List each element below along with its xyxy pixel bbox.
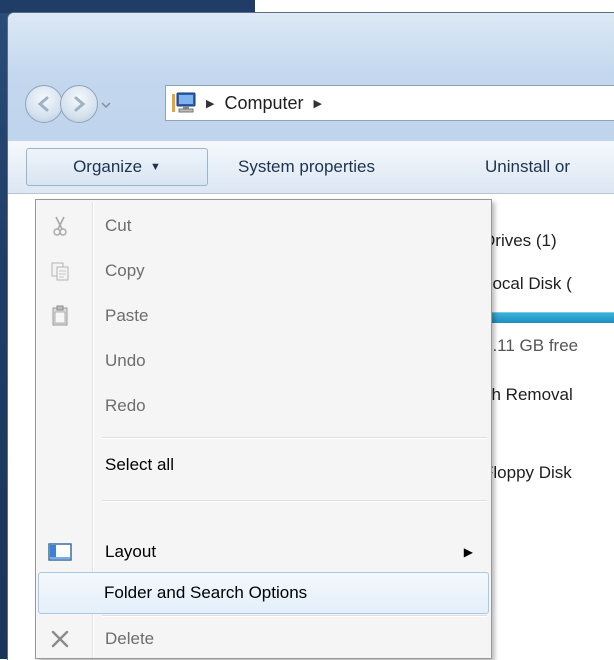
organize-label: Organize xyxy=(73,157,143,176)
menu-item-label: Folder and Search Options xyxy=(104,583,308,602)
menu-item-layout[interactable]: Layout ▶ xyxy=(38,533,489,571)
menu-separator xyxy=(102,615,487,617)
breadcrumb-computer[interactable]: Computer xyxy=(224,93,303,114)
copy-icon xyxy=(46,257,74,285)
breadcrumb-separator[interactable]: ▶ xyxy=(206,97,214,110)
menu-item-label: Undo xyxy=(105,351,146,370)
breadcrumb-separator-end[interactable]: ▶ xyxy=(314,97,322,110)
drives-group-header[interactable]: Drives (1) xyxy=(483,231,557,251)
menu-item-folder-and-search-options[interactable]: Folder and Search Options xyxy=(38,572,489,614)
menu-item-label: Copy xyxy=(105,261,145,280)
menu-item-copy[interactable]: Copy xyxy=(38,252,489,290)
removable-storage-header[interactable]: ith Removal xyxy=(483,385,573,405)
menu-item-delete[interactable]: Delete xyxy=(38,620,489,658)
local-disk-item[interactable]: Local Disk ( xyxy=(483,274,572,294)
command-bar: Organize ▼ System properties Uninstall o… xyxy=(8,141,614,194)
menu-item-label: Redo xyxy=(105,396,146,415)
back-arrow-icon xyxy=(37,96,49,112)
recent-pages-dropdown-icon[interactable] xyxy=(100,99,112,111)
delete-icon xyxy=(46,625,74,653)
menu-item-label: Select all xyxy=(105,455,174,474)
floppy-disk-item[interactable]: Floppy Disk xyxy=(483,463,572,483)
menu-item-paste[interactable]: Paste xyxy=(38,297,489,335)
organize-menu: Cut Copy Paste Undo Redo Select all Layo… xyxy=(35,199,492,659)
uninstall-button[interactable]: Uninstall or xyxy=(471,148,584,186)
title-bar[interactable] xyxy=(8,13,614,75)
menu-item-label: Cut xyxy=(105,216,132,235)
menu-item-label: Layout xyxy=(105,542,157,561)
menu-item-label: Paste xyxy=(105,306,149,325)
organize-button[interactable]: Organize ▼ xyxy=(26,148,208,186)
chevron-down-icon: ▼ xyxy=(150,161,161,173)
menu-item-undo[interactable]: Undo xyxy=(38,342,489,380)
address-bar[interactable]: ▶ Computer ▶ xyxy=(165,85,614,121)
submenu-arrow-icon: ▶ xyxy=(463,545,473,559)
back-button[interactable] xyxy=(25,85,63,123)
menu-separator xyxy=(102,500,487,502)
menu-item-label: Delete xyxy=(105,629,155,648)
disk-usage-bar xyxy=(486,312,614,323)
layout-icon xyxy=(46,538,74,566)
menu-item-cut[interactable]: Cut xyxy=(38,207,489,245)
scissors-icon xyxy=(46,212,74,240)
system-properties-button[interactable]: System properties xyxy=(224,148,389,186)
menu-item-select-all[interactable]: Select all xyxy=(38,446,489,484)
free-space-label: 9.11 GB free xyxy=(483,336,579,355)
forward-button[interactable] xyxy=(60,85,98,123)
computer-icon xyxy=(172,92,196,113)
forward-arrow-icon xyxy=(74,96,86,112)
clipboard-icon xyxy=(46,302,74,330)
menu-item-redo[interactable]: Redo xyxy=(38,387,489,425)
menu-separator xyxy=(102,437,487,439)
